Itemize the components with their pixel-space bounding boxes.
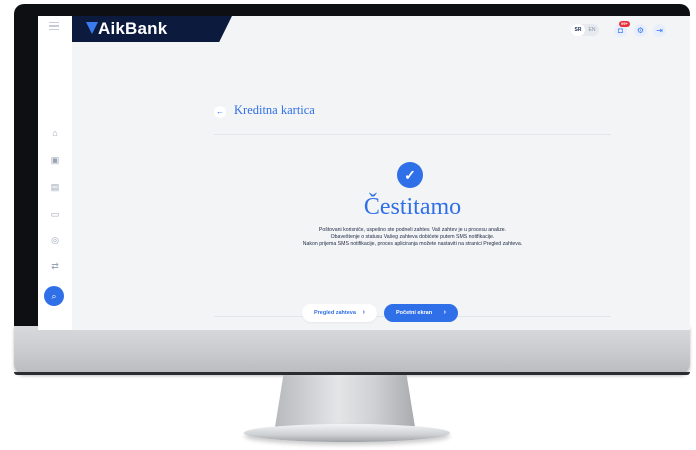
transfer-icon[interactable]: ⇄ xyxy=(50,261,60,271)
accounts-icon[interactable]: ▣ xyxy=(50,155,60,165)
home-icon[interactable]: ⌂ xyxy=(50,128,60,138)
logout-icon[interactable]: ⇥ xyxy=(653,24,666,37)
monitor-mockup: ⌂ ▣ ▤ ▭ ◎ ⇄ ⌕ AikBank SR EN ◘ 99+ ⚙ ⇥ ← … xyxy=(0,0,696,450)
payments-icon[interactable]: ◎ xyxy=(50,235,60,245)
wallet-icon[interactable]: ▭ xyxy=(50,209,60,219)
home-screen-button[interactable]: Početni ekran › xyxy=(384,304,458,322)
divider xyxy=(214,134,611,135)
chevron-right-icon: › xyxy=(443,309,446,316)
success-heading: Čestitamo xyxy=(363,194,462,220)
home-screen-label: Početni ekran xyxy=(396,310,433,316)
lang-en[interactable]: EN xyxy=(585,24,599,36)
main-content: ← Kreditna kartica ✓ Čestitamo Poštovani… xyxy=(72,42,690,330)
brand-logo[interactable]: AikBank xyxy=(98,19,167,39)
menu-icon[interactable] xyxy=(49,22,59,31)
sidebar: ⌂ ▣ ▤ ▭ ◎ ⇄ ⌕ xyxy=(38,16,72,330)
review-requests-button[interactable]: Pregled zahteva › xyxy=(302,304,377,322)
monitor-edge xyxy=(14,372,690,375)
message-line: Poštovani korisniče, uspešno ste podneli… xyxy=(318,227,507,233)
notification-badge: 99+ xyxy=(619,21,630,27)
success-check-icon: ✓ xyxy=(397,162,423,188)
review-requests-label: Pregled zahteva xyxy=(314,310,356,316)
back-arrow-icon[interactable]: ← xyxy=(214,106,226,118)
app-screen: ⌂ ▣ ▤ ▭ ◎ ⇄ ⌕ AikBank SR EN ◘ 99+ ⚙ ⇥ ← … xyxy=(38,16,690,330)
monitor-chin xyxy=(14,326,690,374)
language-switch[interactable]: SR EN xyxy=(571,24,599,36)
monitor-stand-neck xyxy=(275,375,415,427)
cards-icon[interactable]: ▤ xyxy=(50,182,60,192)
page-title: Kreditna kartica xyxy=(234,103,315,117)
requests-icon[interactable]: ⌕ xyxy=(44,286,64,306)
message-line: Nakon prijema SMS notifikacije, proces a… xyxy=(302,241,523,247)
lang-sr[interactable]: SR xyxy=(571,24,585,36)
settings-icon[interactable]: ⚙ xyxy=(634,24,647,37)
chevron-right-icon: › xyxy=(362,309,365,316)
message-line: Obaveštenje o statusu Vašeg zahteva dobi… xyxy=(330,234,495,240)
monitor-stand-base xyxy=(244,424,450,442)
